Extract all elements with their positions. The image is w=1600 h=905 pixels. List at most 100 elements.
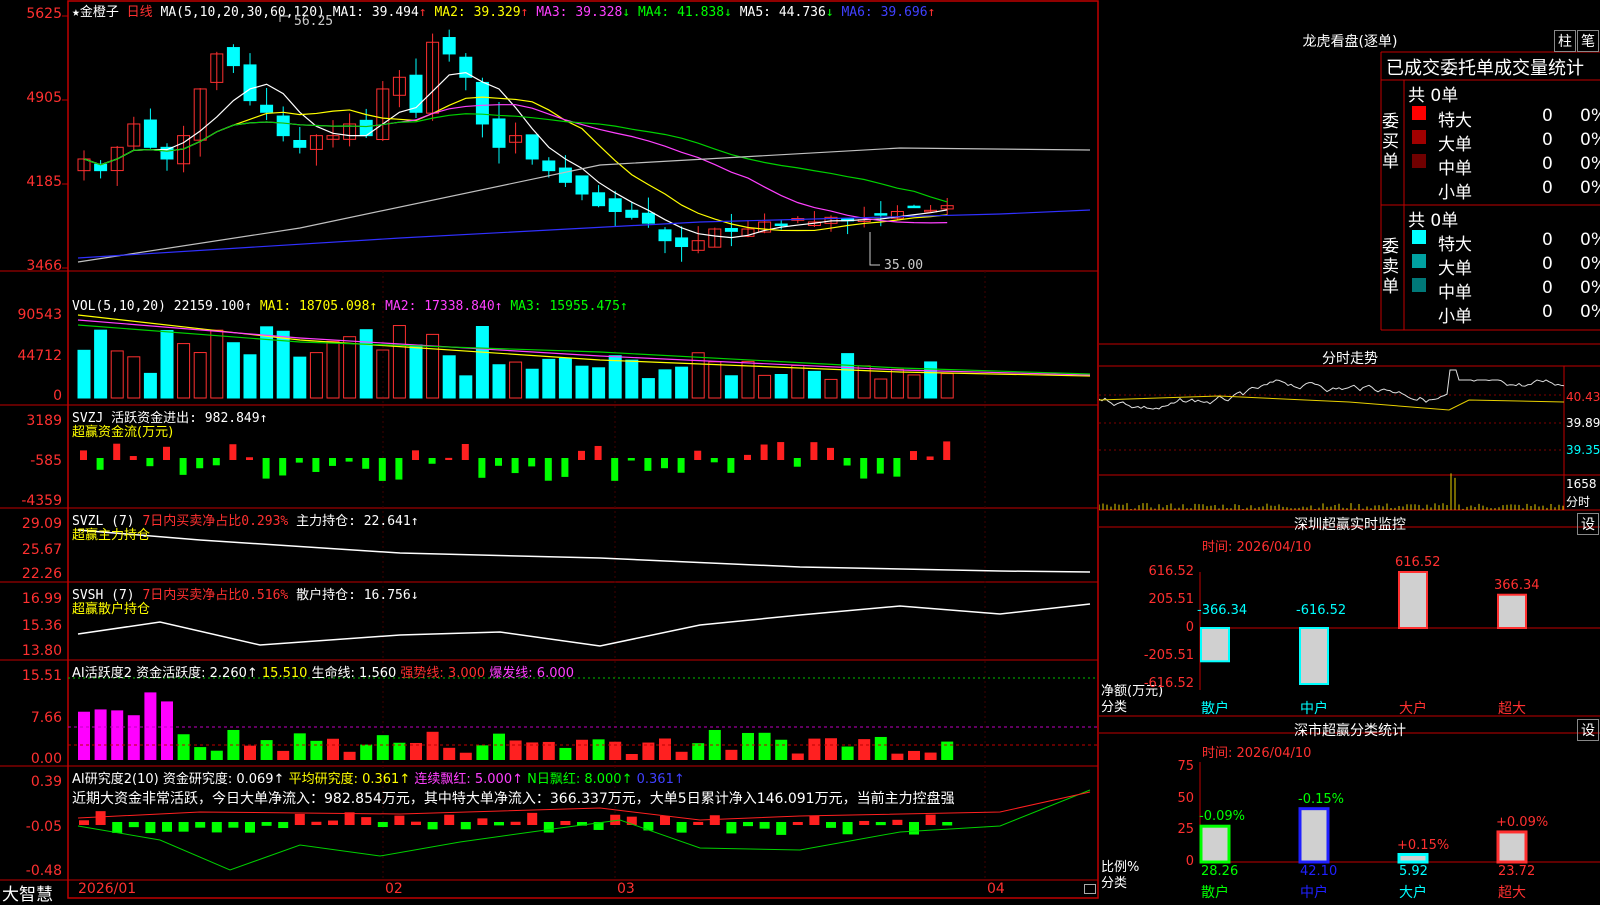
candle-body [492, 118, 506, 148]
sell-row-s: 小单 0 0% [1410, 302, 1600, 327]
volume-bar [542, 358, 556, 399]
volume-bar [177, 343, 191, 399]
row-name: 小单 [1438, 183, 1472, 203]
x-tick: 02 [385, 881, 403, 897]
svsh-subtitle: 超赢散户持仓 [72, 602, 151, 617]
stock-name[interactable]: ★金橙子 [72, 5, 119, 20]
monitor-settings-button[interactable]: 设 [1577, 513, 1599, 535]
main-chart-header: ★金橙子 日线 MA(5,10,20,30,60,120) MA1: 39.49… [72, 1, 935, 20]
fund-flow-bar [229, 444, 237, 460]
buy-total: 共 0单 [1408, 86, 1459, 106]
row-pct: 0% [1580, 302, 1600, 322]
volume-bar [475, 325, 489, 399]
row-name: 大单 [1438, 259, 1472, 279]
monitor-y-tick: 616.52 [1148, 564, 1195, 579]
fund-flow-bar [561, 458, 569, 477]
activity-bar [293, 733, 306, 760]
volume-bar [774, 373, 788, 399]
volume-bar [442, 355, 456, 399]
monitor-xlabel: 分类 [1101, 700, 1128, 715]
svzl-main-holding-line [77, 529, 1091, 573]
fund-flow-bar [544, 458, 552, 481]
research-bar [693, 821, 704, 825]
bar-mode-button[interactable]: 柱 [1554, 30, 1576, 52]
volume-bar [326, 340, 340, 399]
fund-flow-bar [445, 457, 453, 460]
volume-bar [409, 344, 423, 399]
stats-change-label: +0.15% [1397, 837, 1450, 853]
research-bar [826, 822, 836, 828]
fund-flow-bar [212, 458, 220, 466]
research-bar [560, 820, 571, 825]
fenshi-title[interactable]: 分时走势 [1280, 348, 1420, 368]
activity-bar [692, 743, 705, 760]
tick-mode-button[interactable]: 笔 [1577, 30, 1599, 52]
activity-bar [559, 747, 572, 760]
stats-change-label: +0.09% [1496, 814, 1549, 830]
vol-label: VOL(5,10,20) [72, 299, 166, 314]
ai-research-header: AI研究度2(10) 资金研究度: 0.069↑ 平均研究度: 0.361↑ 连… [72, 768, 685, 787]
activity-bar [194, 747, 207, 760]
volume-bar [359, 329, 373, 399]
research-bar [261, 822, 272, 826]
research-bar [411, 821, 421, 825]
ai-research-y-tick: -0.05 [25, 819, 62, 835]
fund-flow-bar [461, 443, 469, 460]
ma-line [83, 71, 948, 239]
activity-bar [891, 753, 904, 760]
volume-bar [243, 354, 257, 399]
activity-bar [360, 744, 373, 760]
candle-body [658, 229, 672, 242]
ma3-value: MA3: 39.328 [536, 5, 623, 20]
svzj-y-tick: 3189 [26, 413, 62, 429]
ai-active-y-tick: 0.00 [30, 751, 62, 767]
fund-flow-bar [262, 458, 270, 479]
svzj-y-tick: -4359 [21, 493, 62, 509]
low-annotation: 35.00 [884, 258, 924, 273]
volume-bar [741, 360, 755, 399]
research-bar [128, 822, 139, 828]
row-name: 中单 [1438, 159, 1472, 179]
activity-bar [177, 734, 190, 760]
monitor-title: 深圳超赢实时监控 [1294, 517, 1406, 533]
candle-body [575, 175, 589, 195]
fund-flow-bar [810, 442, 818, 460]
row-name: 小单 [1438, 307, 1472, 327]
monitor-bar [1200, 627, 1230, 663]
ma4-value: MA4: 41.838 [637, 5, 725, 20]
vol-ma3: MA3: 15955.475↑ [510, 299, 628, 314]
activity-bar [609, 741, 622, 760]
stats-title: 深市超赢分类统计 [1294, 723, 1406, 739]
research-bar [311, 821, 322, 825]
activity-bar [791, 753, 804, 760]
period-label[interactable]: 日线 [127, 5, 153, 20]
activity-bar [144, 692, 157, 760]
monitor-bar [1497, 593, 1527, 629]
research-bar [494, 822, 504, 826]
fund-flow-bar [876, 458, 884, 474]
volume-bar [459, 375, 473, 399]
sell-row-xl: 特大 0 0% [1410, 230, 1600, 255]
ai-research-a: 资金研究度: 0.069↑ [162, 772, 285, 787]
candle-body [243, 64, 257, 102]
fund-flow-bar [511, 458, 519, 474]
research-bar [660, 815, 670, 825]
svzl-subtitle: 超赢主力持仓 [72, 528, 151, 543]
monitor-category-label: 散户 [1201, 701, 1229, 717]
monitor-y-tick: -205.51 [1143, 648, 1194, 663]
volume-bar [592, 367, 606, 399]
research-bar [792, 821, 803, 825]
candle-body [774, 223, 788, 227]
ma5-arrow: ↓ [825, 5, 834, 20]
stats-bar-series [1199, 807, 1528, 864]
main-y-tick: 4185 [26, 174, 62, 190]
row-pct: 0% [1580, 254, 1600, 274]
chart-area-frame[interactable] [0, 0, 1100, 900]
stats-value-label: 42.10 [1300, 864, 1338, 879]
row-name: 特大 [1438, 235, 1472, 255]
stats-settings-button[interactable]: 设 [1577, 719, 1599, 741]
volume-bar [807, 370, 821, 399]
lock-icon[interactable] [1084, 884, 1096, 894]
activity-bar [659, 738, 671, 760]
monitor-y-tick: -616.52 [1143, 676, 1194, 691]
